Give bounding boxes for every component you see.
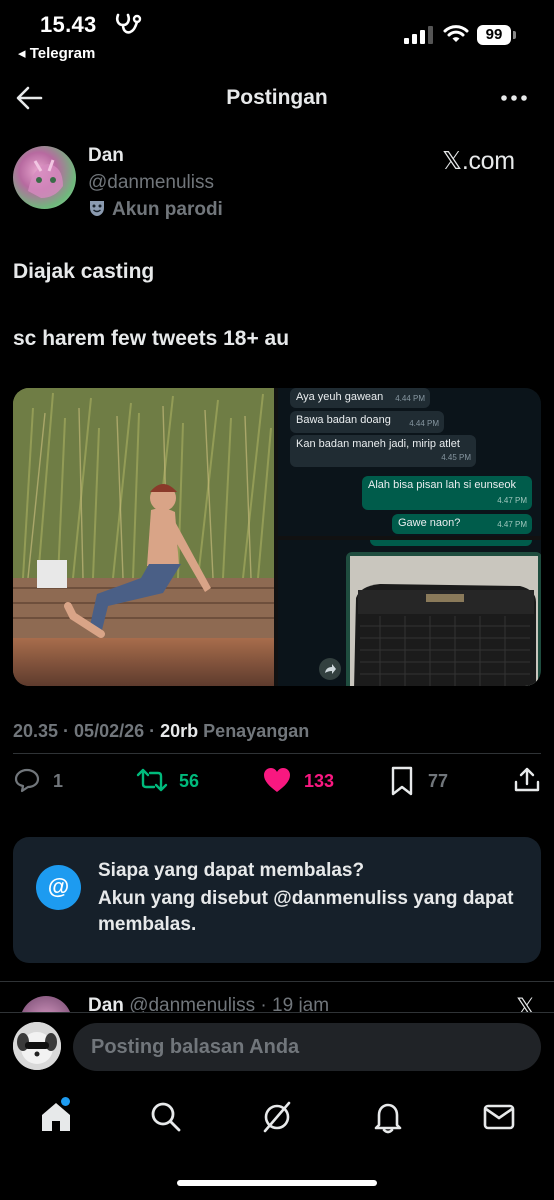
back-to-telegram[interactable]: ◂ Telegram <box>18 44 95 62</box>
chat-bubble-incoming: Aya yeuh gawean 4.44 PM <box>290 388 430 408</box>
author-handle[interactable]: @danmenuliss <box>88 172 214 194</box>
reply-icon <box>14 768 40 793</box>
forward-icon[interactable] <box>319 658 341 680</box>
reply-button[interactable]: 1 <box>13 766 73 796</box>
reply-count: 1 <box>53 771 64 791</box>
repost-icon <box>136 768 168 792</box>
wifi-icon <box>443 25 469 42</box>
repost-button[interactable]: 56 <box>136 766 216 796</box>
bookmark-icon <box>391 766 413 796</box>
battery-nub <box>513 31 516 39</box>
views-count: 20rb <box>160 721 199 741</box>
post-text-line-2: sc harem few tweets 18+ au <box>13 327 290 350</box>
more-options-icon[interactable] <box>498 86 530 110</box>
post-media-grid: Aya yeuh gawean 4.44 PM Bawa badan doang… <box>13 388 541 686</box>
chat-bubble-outgoing: Alah bisa pisan lah si eunseok 4.47 PM <box>362 476 532 510</box>
bookmark-count: 77 <box>428 771 449 791</box>
messages-envelope-icon[interactable] <box>481 1099 517 1135</box>
views-label: Penayangan <box>203 721 310 741</box>
post-timestamp: 20.35 · 05/02/26 · 20rb Penayangan <box>13 721 310 741</box>
my-avatar[interactable] <box>13 1022 61 1070</box>
notification-dot <box>61 1097 70 1106</box>
stethoscope-icon <box>115 13 142 34</box>
notifications-bell-icon[interactable] <box>370 1099 406 1135</box>
share-button[interactable] <box>513 766 541 796</box>
like-button[interactable]: 133 <box>262 766 342 796</box>
battery-level: 99 <box>477 25 511 45</box>
like-count: 133 <box>304 771 335 791</box>
heart-icon <box>264 768 290 792</box>
image-message-photo <box>350 556 538 686</box>
media-chat-screenshot-2[interactable] <box>278 540 541 686</box>
grok-icon[interactable] <box>259 1099 295 1135</box>
reply-input[interactable] <box>73 1023 541 1071</box>
parody-account-label: Akun parodi <box>88 199 223 221</box>
repost-count: 56 <box>179 771 200 791</box>
theater-masks-icon <box>90 201 104 216</box>
media-photo-lake[interactable] <box>13 388 274 686</box>
avatar-dog-art <box>13 1022 61 1070</box>
cellular-signal-icon <box>404 26 433 44</box>
status-time: 15.43 <box>40 12 97 37</box>
chat-bubble-outgoing: Gawe naon? 4.47 PM <box>392 514 532 534</box>
author-name[interactable]: Dan <box>88 145 124 167</box>
chat-bubble-incoming: Bawa badan doang 4.44 PM <box>290 411 444 433</box>
divider <box>0 1012 554 1013</box>
media-chat-screenshot-1[interactable]: Aya yeuh gawean 4.44 PM Bawa badan doang… <box>278 388 541 536</box>
source-label: 𝕏.com <box>442 147 515 175</box>
reply-restriction-title: Siapa yang dapat membalas? <box>98 860 365 881</box>
divider <box>13 753 541 754</box>
post-text-line-1: Diajak casting <box>13 260 155 283</box>
home-indicator <box>177 1180 377 1186</box>
search-icon[interactable] <box>148 1099 184 1135</box>
photo-scene <box>13 388 274 686</box>
parody-text: Akun parodi <box>112 199 223 220</box>
share-icon <box>514 767 540 792</box>
top-app-bar: Postingan <box>0 70 554 126</box>
author-avatar[interactable] <box>13 146 76 209</box>
chat-bubble-incoming: Kan badan maneh jadi, mirip atlet 4.45 P… <box>290 435 476 467</box>
reply-restriction-description: Akun yang disebut @danmenuliss yang dapa… <box>98 888 514 935</box>
page-title: Postingan <box>226 86 328 109</box>
bookmark-button[interactable]: 77 <box>389 766 459 796</box>
divider <box>0 981 554 982</box>
status-bar: 15.43 ◂ Telegram 99 <box>0 0 554 70</box>
photo-garment <box>354 584 536 686</box>
avatar-art <box>28 159 63 198</box>
mention-at-icon: @ <box>36 865 81 910</box>
chat-bubble-outgoing <box>370 540 532 546</box>
